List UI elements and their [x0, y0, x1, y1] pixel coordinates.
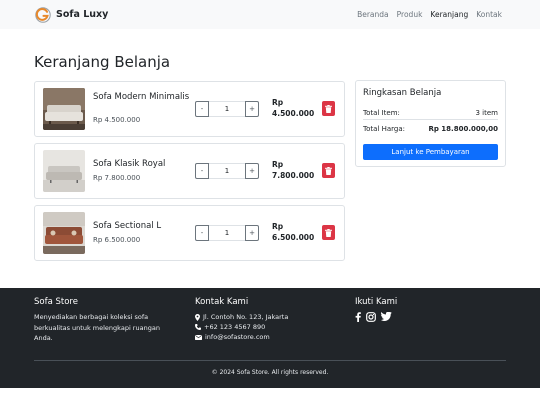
instagram-icon[interactable] — [366, 312, 376, 322]
total-items-value: 3 item — [475, 109, 499, 117]
item-total: Rp 4.500.000 — [272, 97, 314, 119]
contact-phone: +62 123 4567 890 — [195, 322, 288, 332]
footer-social-heading: Ikuti Kami — [355, 297, 398, 307]
summary-total-price-row: Total Harga: Rp 18.800.000,00 — [363, 125, 498, 133]
product-image — [43, 150, 85, 192]
map-marker-icon — [195, 313, 200, 321]
item-name: Sofa Sectional L — [93, 221, 162, 231]
page-bottom-edge — [0, 388, 540, 405]
page-title: Keranjang Belanja — [34, 53, 171, 71]
decrease-quantity-button[interactable]: - — [195, 163, 209, 179]
item-total-currency: Rp — [272, 98, 284, 107]
order-summary-card: Ringkasan Belanja Total Item: 3 item Tot… — [355, 80, 506, 167]
total-items-label: Total Item: — [363, 109, 400, 117]
remove-item-button[interactable] — [322, 101, 335, 116]
navbar: Sofa Luxy Beranda Produk Keranjang Konta… — [0, 0, 540, 29]
trash-icon — [325, 228, 332, 237]
remove-item-button[interactable] — [322, 225, 335, 240]
total-price-label: Total Harga: — [363, 125, 405, 133]
footer-about: Sofa Store Menyediakan berbagai koleksi … — [34, 297, 169, 344]
nav-link-produk[interactable]: Produk — [397, 10, 423, 19]
cart-item: Sofa Klasik Royal Rp 7.800.000 - 1 + Rp … — [34, 143, 345, 199]
footer-contact-heading: Kontak Kami — [195, 297, 249, 307]
footer-about-heading: Sofa Store — [34, 297, 78, 307]
nav-menu: Beranda Produk Keranjang Kontak — [349, 0, 502, 29]
footer-social: Ikuti Kami — [355, 297, 397, 322]
item-price: Rp 7.800.000 — [93, 174, 141, 182]
contact-address: Jl. Contoh No. 123, Jakarta — [195, 312, 288, 322]
decrease-quantity-button[interactable]: - — [195, 101, 209, 117]
decrease-quantity-button[interactable]: - — [195, 225, 209, 241]
nav-link-beranda[interactable]: Beranda — [357, 10, 389, 19]
item-name: Sofa Klasik Royal — [93, 159, 166, 169]
summary-divider — [363, 119, 498, 120]
footer-divider — [34, 360, 506, 361]
item-total-amount: 4.500.000 — [272, 109, 315, 118]
twitter-icon[interactable] — [381, 312, 392, 322]
copyright-text: © 2024 Sofa Store. All rights reserved. — [211, 369, 329, 376]
item-price: Rp 6.500.000 — [93, 236, 141, 244]
phone-icon — [195, 324, 201, 330]
item-total-currency: Rp — [272, 222, 284, 231]
nav-link-kontak[interactable]: Kontak — [476, 10, 502, 19]
contact-address-text: Jl. Contoh No. 123, Jakarta — [203, 313, 289, 321]
footer-about-text: Menyediakan berbagai koleksi sofa berkua… — [34, 313, 160, 342]
cart-item: Sofa Sectional L Rp 6.500.000 - 1 + Rp 6… — [34, 205, 345, 261]
contact-email-text: info@sofastore.com — [205, 333, 270, 341]
footer: Sofa Store Menyediakan berbagai koleksi … — [0, 288, 540, 388]
summary-title: Ringkasan Belanja — [363, 88, 442, 98]
quantity-input[interactable]: 1 — [209, 163, 245, 179]
total-price-value: Rp 18.800.000,00 — [428, 125, 498, 133]
quantity-stepper: - 1 + — [195, 163, 259, 179]
remove-item-button[interactable] — [322, 163, 335, 178]
product-image — [43, 88, 85, 130]
trash-icon — [325, 104, 332, 113]
item-total-currency: Rp — [272, 160, 284, 169]
quantity-input[interactable]: 1 — [209, 225, 245, 241]
increase-quantity-button[interactable]: + — [245, 163, 259, 179]
contact-phone-text: +62 123 4567 890 — [204, 323, 266, 331]
envelope-icon — [195, 334, 202, 340]
item-name: Sofa Modern Minimalis — [93, 92, 190, 102]
brand-logo-icon — [35, 6, 51, 23]
quantity-stepper: - 1 + — [195, 225, 259, 241]
brand-name: Sofa Luxy — [56, 9, 109, 20]
trash-icon — [325, 166, 332, 175]
cart-item: Sofa Modern Minimalis Rp 4.500.000 - 1 +… — [34, 81, 345, 137]
increase-quantity-button[interactable]: + — [245, 101, 259, 117]
contact-email: info@sofastore.com — [195, 332, 288, 342]
item-total-amount: 6.500.000 — [272, 233, 315, 242]
brand-link[interactable]: Sofa Luxy — [34, 5, 108, 24]
social-links — [355, 312, 397, 322]
increase-quantity-button[interactable]: + — [245, 225, 259, 241]
item-price: Rp 4.500.000 — [93, 116, 141, 124]
quantity-input[interactable]: 1 — [209, 101, 245, 117]
summary-total-items-row: Total Item: 3 item — [363, 109, 498, 117]
item-total: Rp 6.500.000 — [272, 221, 314, 243]
quantity-stepper: - 1 + — [195, 101, 259, 117]
checkout-button[interactable]: Lanjut ke Pembayaran — [363, 144, 498, 160]
facebook-icon[interactable] — [355, 312, 361, 322]
nav-link-keranjang[interactable]: Keranjang — [430, 10, 468, 19]
footer-contact: Kontak Kami Jl. Contoh No. 123, Jakarta … — [195, 297, 288, 342]
item-total-amount: 7.800.000 — [272, 171, 315, 180]
item-total: Rp 7.800.000 — [272, 159, 314, 181]
product-image — [43, 212, 85, 254]
